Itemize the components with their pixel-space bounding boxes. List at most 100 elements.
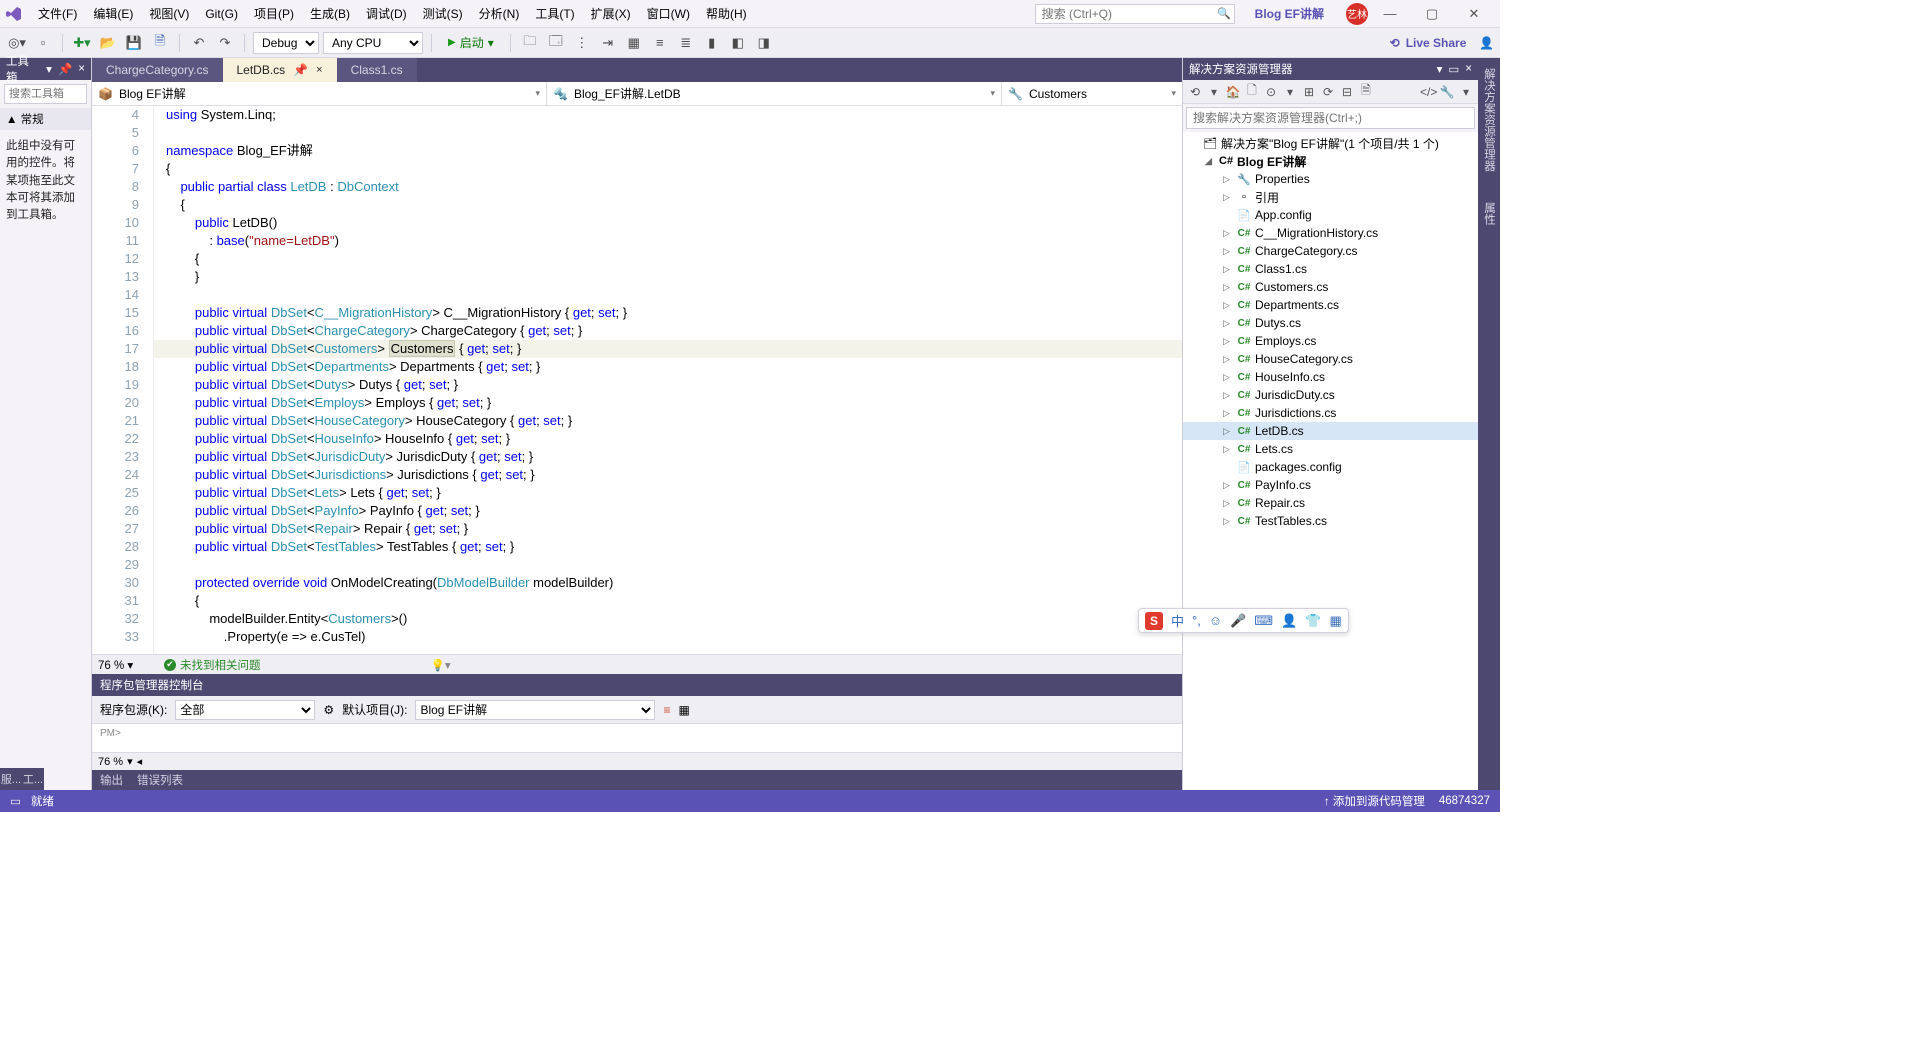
tree-node[interactable]: ▷C#TestTables.cs bbox=[1183, 512, 1478, 530]
platform-select[interactable]: Any CPU bbox=[323, 32, 423, 54]
code-line[interactable]: public virtual DbSet<Employs> Employs { … bbox=[154, 394, 1182, 412]
tree-node[interactable]: ▷C#Employs.cs bbox=[1183, 332, 1478, 350]
live-share-button[interactable]: ⟲Live Share 👤 bbox=[1390, 36, 1494, 50]
menu-item[interactable]: 扩展(X) bbox=[583, 5, 639, 23]
ime-lang[interactable]: 中 bbox=[1171, 611, 1184, 630]
code-line[interactable]: public virtual DbSet<PayInfo> PayInfo { … bbox=[154, 502, 1182, 520]
nav-member[interactable]: 🔧Customers▾ bbox=[1002, 82, 1182, 105]
menu-item[interactable]: 测试(S) bbox=[415, 5, 471, 23]
ime-icon[interactable]: 🎤 bbox=[1230, 613, 1246, 629]
code-line[interactable]: : base("name=LetDB") bbox=[154, 232, 1182, 250]
menu-item[interactable]: 帮助(H) bbox=[698, 5, 755, 23]
pkg-console-body[interactable]: PM> bbox=[92, 724, 1182, 752]
gear-icon[interactable]: ⚙ bbox=[323, 703, 334, 717]
menu-item[interactable]: Git(G) bbox=[197, 5, 246, 23]
code-line[interactable]: public partial class LetDB : DbContext bbox=[154, 178, 1182, 196]
tree-node[interactable]: ▷C#PayInfo.cs bbox=[1183, 476, 1478, 494]
code-line[interactable]: public virtual DbSet<HouseCategory> Hous… bbox=[154, 412, 1182, 430]
tb-icon[interactable]: ⇥ bbox=[597, 32, 619, 54]
tb-icon[interactable]: ◨ bbox=[753, 32, 775, 54]
toolbox-category[interactable]: ▲ 常规 bbox=[0, 108, 91, 130]
code-line[interactable]: public virtual DbSet<TestTables> TestTab… bbox=[154, 538, 1182, 556]
config-select[interactable]: Debug bbox=[253, 32, 319, 54]
wrench-icon[interactable]: 🔧 bbox=[1439, 85, 1455, 99]
vtab-solexp[interactable]: 解决方案资源管理器 bbox=[1479, 62, 1499, 178]
props-icon[interactable]: 🗎 bbox=[1358, 81, 1374, 102]
project-link[interactable]: Blog EF讲解 bbox=[1255, 5, 1324, 22]
tree-node[interactable]: ▷🔧Properties bbox=[1183, 170, 1478, 188]
code-line[interactable]: public virtual DbSet<Departments> Depart… bbox=[154, 358, 1182, 376]
nav-class[interactable]: 🔩Blog_EF讲解.LetDB▾ bbox=[547, 82, 1002, 105]
menu-item[interactable]: 分析(N) bbox=[471, 5, 528, 23]
save-all-button[interactable]: 🗎 bbox=[149, 32, 171, 54]
vtab-properties[interactable]: 属性 bbox=[1479, 196, 1499, 231]
tb-icon[interactable]: 🗔 bbox=[545, 32, 567, 54]
close-icon[interactable]: × bbox=[1465, 63, 1472, 75]
tree-node[interactable]: ▷C#Departments.cs bbox=[1183, 296, 1478, 314]
tb-icon[interactable]: ▮ bbox=[701, 32, 723, 54]
issues-status[interactable]: 未找到相关问题 bbox=[164, 657, 261, 673]
tree-node[interactable]: ▷C#Dutys.cs bbox=[1183, 314, 1478, 332]
editor-tab[interactable]: Class1.cs bbox=[337, 58, 417, 82]
tree-node[interactable]: ◢C#Blog EF讲解 bbox=[1183, 152, 1478, 170]
code-editor[interactable]: 4567891011121314151617181920212223242526… bbox=[92, 106, 1182, 654]
code-line[interactable]: public virtual DbSet<Dutys> Dutys { get;… bbox=[154, 376, 1182, 394]
code-line[interactable]: protected override void OnModelCreating(… bbox=[154, 574, 1182, 592]
code-line[interactable]: public virtual DbSet<HouseInfo> HouseInf… bbox=[154, 430, 1182, 448]
editor-tab[interactable]: ChargeCategory.cs bbox=[92, 58, 223, 82]
tab-errors[interactable]: 错误列表 bbox=[137, 772, 183, 788]
code-line[interactable]: { bbox=[154, 160, 1182, 178]
ime-icon[interactable]: ☺ bbox=[1209, 613, 1222, 628]
ime-icon[interactable]: °, bbox=[1192, 613, 1201, 628]
code-line[interactable]: public virtual DbSet<Lets> Lets { get; s… bbox=[154, 484, 1182, 502]
tree-node[interactable]: ▷C#ChargeCategory.cs bbox=[1183, 242, 1478, 260]
undo-button[interactable]: ↶ bbox=[188, 32, 210, 54]
code-line[interactable]: namespace Blog_EF讲解 bbox=[154, 142, 1182, 160]
code-line[interactable]: .Property(e => e.CusTel) bbox=[154, 628, 1182, 646]
new-button[interactable]: ✚▾ bbox=[71, 32, 93, 54]
dropdown-icon[interactable]: ▾ bbox=[1437, 62, 1443, 76]
tb-icon[interactable]: ⋮ bbox=[571, 32, 593, 54]
code-icon[interactable]: </> bbox=[1420, 85, 1436, 99]
code-line[interactable]: public virtual DbSet<ChargeCategory> Cha… bbox=[154, 322, 1182, 340]
sync-icon[interactable]: 🗋 bbox=[1244, 81, 1260, 102]
ime-toolbar[interactable]: S 中 °, ☺ 🎤 ⌨ 👤 👕 ▦ bbox=[1138, 608, 1349, 633]
window-restore-icon[interactable]: ▢ bbox=[1412, 6, 1452, 22]
tree-node[interactable]: ▷C#Customers.cs bbox=[1183, 278, 1478, 296]
refresh-icon[interactable]: ⟳ bbox=[1320, 85, 1336, 99]
tab-output[interactable]: 输出 bbox=[100, 772, 123, 788]
pkg-zoom[interactable]: 76 % bbox=[98, 756, 123, 768]
code-line[interactable] bbox=[154, 286, 1182, 304]
code-line[interactable]: } bbox=[154, 268, 1182, 286]
code-line[interactable]: modelBuilder.Entity<Customers>() bbox=[154, 610, 1182, 628]
pin-icon[interactable]: 📌 bbox=[293, 63, 308, 77]
back-icon[interactable]: ⟲ bbox=[1187, 85, 1203, 99]
code-line[interactable]: { bbox=[154, 592, 1182, 610]
solexp-search-input[interactable] bbox=[1186, 107, 1475, 129]
code-line[interactable]: public virtual DbSet<C__MigrationHistory… bbox=[154, 304, 1182, 322]
ime-icon[interactable]: 👕 bbox=[1305, 613, 1321, 629]
code-line[interactable] bbox=[154, 124, 1182, 142]
save-button[interactable]: 💾 bbox=[123, 32, 145, 54]
dropdown-icon[interactable]: ▾ bbox=[46, 62, 52, 76]
code-line[interactable]: public LetDB() bbox=[154, 214, 1182, 232]
status-scm[interactable]: ↑ 添加到源代码管理 bbox=[1324, 793, 1425, 809]
tree-node[interactable]: ▷C#HouseInfo.cs bbox=[1183, 368, 1478, 386]
code-line[interactable]: { bbox=[154, 250, 1182, 268]
code-line[interactable]: { bbox=[154, 196, 1182, 214]
code-line[interactable]: public virtual DbSet<Customers> Customer… bbox=[154, 340, 1182, 358]
tb-icon[interactable]: ▦ bbox=[623, 32, 645, 54]
menu-item[interactable]: 窗口(W) bbox=[639, 5, 698, 23]
window-close-icon[interactable]: ✕ bbox=[1454, 6, 1494, 22]
tree-node[interactable]: 🗂解决方案"Blog EF讲解"(1 个项目/共 1 个) bbox=[1183, 134, 1478, 152]
tree-node[interactable]: ▷C#HouseCategory.cs bbox=[1183, 350, 1478, 368]
close-icon[interactable]: × bbox=[316, 64, 322, 76]
user-avatar[interactable]: 艺林 bbox=[1346, 3, 1368, 25]
toolbox-bottom-tabs[interactable]: 服...工... bbox=[0, 768, 44, 790]
redo-button[interactable]: ↷ bbox=[214, 32, 236, 54]
tree-node[interactable]: ▷C#C__MigrationHistory.cs bbox=[1183, 224, 1478, 242]
menu-item[interactable]: 文件(F) bbox=[30, 5, 85, 23]
ime-icon[interactable]: 👤 bbox=[1281, 613, 1297, 629]
window-minimize-icon[interactable]: — bbox=[1370, 6, 1410, 21]
tb-icon[interactable]: ◧ bbox=[727, 32, 749, 54]
